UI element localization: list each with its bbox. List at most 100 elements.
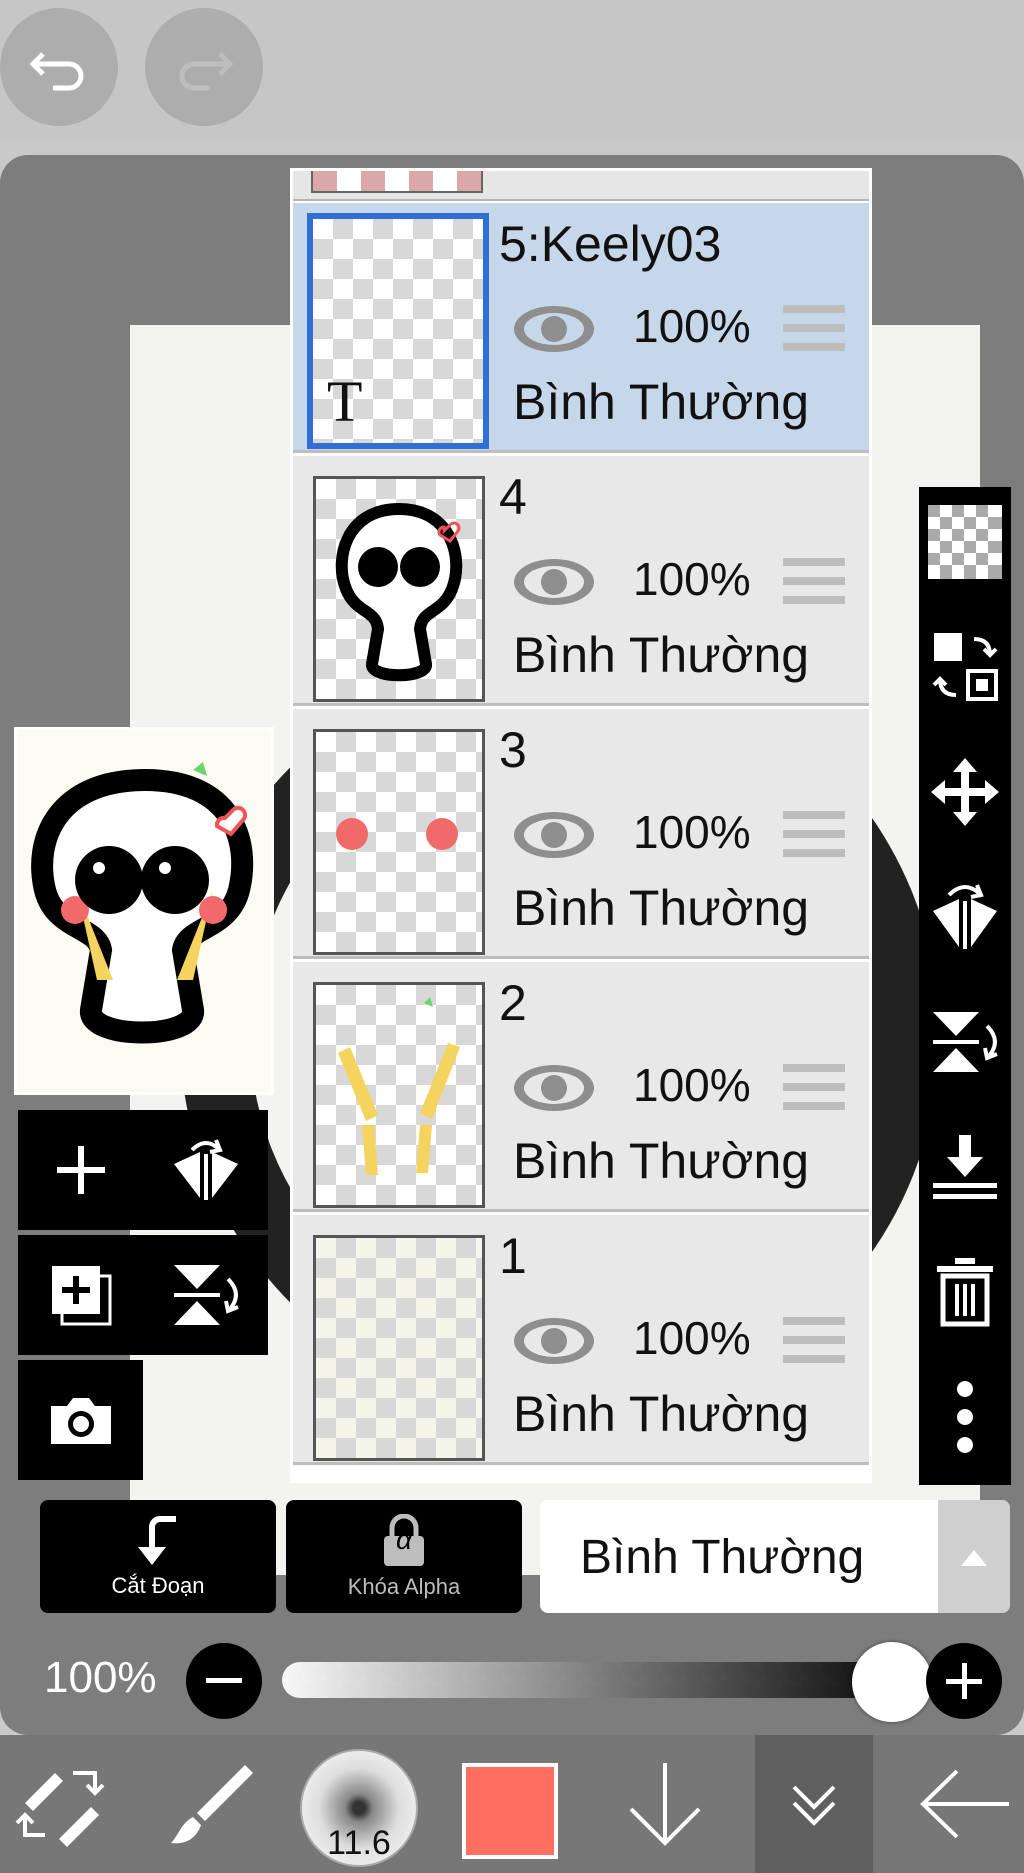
delete-layer-button[interactable] <box>919 1237 1011 1347</box>
flip-horizontal-icon <box>933 884 997 949</box>
layer-row-4[interactable]: 4 100% Bình Thường <box>293 456 869 706</box>
flip-layer-horizontal-button[interactable] <box>143 1110 268 1230</box>
clipping-label: Cắt Đoạn <box>111 1572 205 1598</box>
layer-name: 3 <box>499 722 527 778</box>
flip-vertical-button[interactable] <box>919 987 1011 1097</box>
brush-icon <box>171 1765 253 1844</box>
undo-icon <box>29 52 84 91</box>
layer-opacity: 100% <box>633 806 751 858</box>
arrow-down-icon <box>629 1763 701 1846</box>
flip-vertical-rotate-icon <box>173 1265 239 1325</box>
layer-name: 1 <box>499 1228 527 1284</box>
camera-icon <box>50 1398 111 1444</box>
layer-name: 4 <box>499 469 527 525</box>
top-toolbar <box>0 0 1024 140</box>
move-icon <box>931 758 999 826</box>
transparency-checker-icon <box>928 505 1002 579</box>
layer-opacity: 100% <box>633 1059 751 1111</box>
eye-icon[interactable] <box>511 303 597 355</box>
redo-icon <box>179 52 234 91</box>
redo-button[interactable] <box>145 8 263 126</box>
trash-icon <box>937 1258 993 1327</box>
drag-handle-icon[interactable] <box>783 558 845 604</box>
canvas-preview[interactable] <box>14 727 274 1095</box>
clipping-button[interactable]: Cắt Đoạn <box>40 1500 276 1613</box>
swap-layer-icon <box>932 633 998 701</box>
more-options-button[interactable] <box>919 1362 1011 1472</box>
alpha-lock-label: Khóa Alpha <box>347 1573 461 1599</box>
right-toolbar <box>919 487 1011 1485</box>
blend-mode-select[interactable]: Bình Thường <box>540 1500 1010 1613</box>
layer-row-5[interactable]: T 5:Keely03 100% Bình Thường <box>293 203 869 453</box>
flip-vertical-icon <box>933 1012 998 1072</box>
layer-name: 5:Keely03 <box>499 216 722 272</box>
transform-tool-button[interactable] <box>10 1735 110 1873</box>
layer-thumbnail[interactable] <box>313 476 485 702</box>
undo-button[interactable] <box>0 8 118 126</box>
layer-row-partial[interactable] <box>293 171 869 201</box>
opacity-decrease-button[interactable] <box>186 1643 262 1719</box>
opacity-value: 100% <box>44 1653 157 1702</box>
flip-horizontal-button[interactable] <box>919 862 1011 972</box>
layer-blend-mode: Bình Thường <box>513 1133 810 1189</box>
brush-size-button[interactable]: 11.6 <box>300 1749 418 1867</box>
add-layer-button[interactable] <box>18 1110 143 1230</box>
layer-opacity: 100% <box>633 300 751 352</box>
minus-icon <box>206 1678 242 1683</box>
layer-opacity: 100% <box>633 1312 751 1364</box>
opacity-slider-knob[interactable] <box>852 1642 932 1722</box>
transparency-button[interactable] <box>919 487 1011 597</box>
flip-horizontal-rotate-icon <box>173 1139 238 1200</box>
opacity-increase-button[interactable] <box>926 1643 1002 1719</box>
eye-icon[interactable] <box>511 1062 597 1114</box>
alpha-symbol: α <box>396 1524 412 1555</box>
layer-thumbnail[interactable] <box>313 982 485 1208</box>
eye-icon[interactable] <box>511 809 597 861</box>
opacity-slider-track[interactable] <box>282 1662 902 1698</box>
blush-thumbnail <box>336 818 458 850</box>
flip-layer-vertical-button[interactable] <box>143 1235 268 1355</box>
artwork-preview-image <box>31 762 254 1044</box>
drag-handle-icon[interactable] <box>783 811 845 857</box>
color-swatch-button[interactable] <box>462 1763 558 1859</box>
chevron-up-icon <box>961 1549 987 1566</box>
eye-icon[interactable] <box>511 1315 597 1367</box>
skull-lineart-thumbnail <box>335 502 463 682</box>
more-vertical-icon <box>957 1381 973 1453</box>
layer-row-1[interactable]: 1 100% Bình Thường <box>293 1215 869 1465</box>
back-button[interactable] <box>910 1735 1020 1873</box>
alpha-lock-button[interactable]: α Khóa Alpha <box>286 1500 522 1613</box>
duplicate-layer-button[interactable] <box>18 1235 143 1355</box>
brush-size-value: 11.6 <box>327 1824 391 1862</box>
brush-tool-button[interactable] <box>160 1735 260 1873</box>
eye-icon[interactable] <box>511 556 597 608</box>
blend-mode-dropdown-button[interactable] <box>938 1500 1010 1613</box>
layer-row-3[interactable]: 3 100% Bình Thường <box>293 709 869 959</box>
duplicate-layer-icon <box>51 1266 111 1326</box>
layer-thumbnail[interactable]: T <box>307 213 489 449</box>
layer-blend-mode: Bình Thường <box>513 880 810 936</box>
bottom-toolbar: 11.6 <box>0 1735 1024 1873</box>
layer-name: 2 <box>499 975 527 1031</box>
layers-panel: T 5:Keely03 100% Bình Thường 4 100% Bình… <box>290 168 872 1483</box>
yellow-shading-thumbnail <box>338 997 460 1175</box>
move-button[interactable] <box>919 737 1011 847</box>
opacity-control: 100% <box>0 1640 1024 1722</box>
merge-down-icon <box>933 1135 997 1199</box>
swap-layer-button[interactable] <box>919 612 1011 722</box>
layer-row-2[interactable]: 2 100% Bình Thường <box>293 962 869 1212</box>
camera-import-button[interactable] <box>18 1360 143 1480</box>
drag-handle-icon[interactable] <box>783 1064 845 1110</box>
layer-blend-mode: Bình Thường <box>513 374 810 430</box>
transform-tool-icon <box>15 1771 105 1847</box>
blend-mode-value: Bình Thường <box>580 1531 865 1584</box>
merge-down-button[interactable] <box>919 1112 1011 1222</box>
layer-thumbnail[interactable] <box>313 729 485 955</box>
layer-blend-mode: Bình Thường <box>513 1386 810 1442</box>
drag-handle-icon[interactable] <box>783 305 845 351</box>
layer-down-button[interactable] <box>620 1735 710 1873</box>
layers-icon <box>792 1785 836 1826</box>
layers-button[interactable] <box>755 1735 873 1873</box>
drag-handle-icon[interactable] <box>783 1317 845 1363</box>
layer-thumbnail[interactable] <box>313 1235 485 1461</box>
